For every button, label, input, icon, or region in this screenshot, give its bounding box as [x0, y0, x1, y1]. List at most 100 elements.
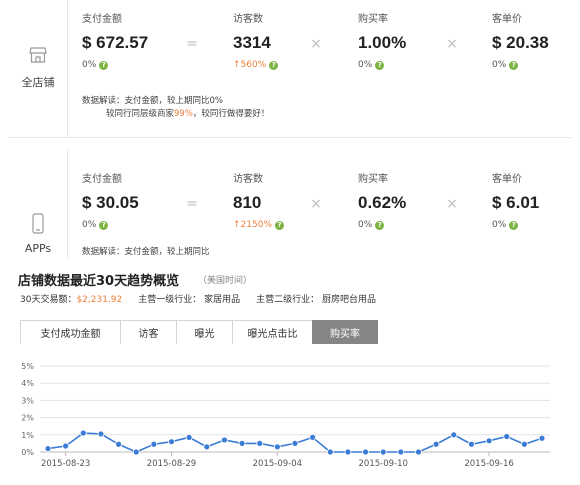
y-tick-label: 2%	[21, 414, 34, 423]
y-tick-label: 1%	[21, 431, 34, 440]
metric-value: $ 672.57	[82, 33, 149, 52]
trend-line-chart: 0% 1% 2% 3% 4% 5% 2015-08-23 2015-08-29 2015-09-…	[21, 362, 550, 469]
metric-delta: 0%?	[358, 220, 458, 230]
apps-tab[interactable]: APPs	[8, 150, 68, 258]
metric-label: 支付金额	[82, 174, 122, 185]
store-conversion-metric: 购买率 1.00% 0%?	[358, 10, 458, 70]
data-point	[432, 440, 440, 448]
help-icon[interactable]: ?	[99, 60, 109, 70]
data-point	[468, 440, 475, 448]
metric-delta: 0%?	[82, 60, 182, 70]
data-point	[44, 445, 52, 452]
tab-ctr[interactable]: 曝光点击比	[232, 320, 312, 344]
times-operator: ×	[446, 196, 458, 212]
store-avg-order-metric: 客单价 $ 20.38 0%?	[492, 10, 580, 70]
data-point	[203, 443, 211, 451]
store-summary-panel: 全店铺 支付金额 $ 672.57 0%? = 访客数 3314 ↑560%? …	[8, 0, 572, 138]
data-point	[397, 448, 405, 456]
y-tick-label: 3%	[21, 396, 34, 405]
help-icon[interactable]: ?	[99, 220, 109, 230]
metric-tabs: 支付成功金额 访客 曝光 曝光点击比 购买率	[20, 320, 378, 344]
help-icon[interactable]: ?	[275, 220, 284, 230]
equals-operator: =	[186, 36, 198, 52]
metric-label: 购买率	[358, 174, 388, 185]
help-icon[interactable]: ?	[375, 60, 385, 70]
tab-impressions[interactable]: 曝光	[176, 320, 232, 344]
y-tick-label: 5%	[21, 362, 34, 371]
data-point	[485, 437, 493, 445]
data-point	[150, 440, 158, 448]
metric-value: 0.62%	[358, 193, 407, 212]
metric-delta: 0%?	[492, 60, 580, 70]
data-point	[503, 433, 511, 440]
help-icon[interactable]: ?	[509, 60, 519, 70]
phone-icon	[32, 213, 44, 234]
data-point	[309, 433, 317, 441]
metric-value: $ 30.05	[82, 193, 139, 212]
x-tick-label: 2015-09-10	[359, 459, 408, 469]
apps-avg-order-metric: 客单价 $ 6.01 0%?	[492, 170, 572, 230]
data-point	[362, 448, 369, 456]
data-point	[344, 448, 352, 456]
data-point	[62, 442, 70, 450]
divider	[8, 137, 572, 138]
data-point	[256, 440, 264, 447]
metric-delta: ↑560%?	[233, 60, 333, 70]
timezone-note: （美国时间）	[198, 276, 253, 286]
times-operator: ×	[310, 196, 322, 212]
apps-summary-panel: APPs 支付金额 $ 30.05 0%? = 访客数 810 ↑2150%? …	[8, 150, 572, 258]
metric-label: 购买率	[358, 14, 388, 25]
metric-value: $ 20.38	[492, 33, 549, 52]
tab-payment-amount[interactable]: 支付成功金额	[20, 320, 120, 344]
data-point	[538, 434, 546, 442]
volume-info: 30天交易额：$2,231.92	[20, 295, 123, 305]
x-tick-label: 2015-09-16	[464, 459, 513, 469]
metric-delta: 0%?	[82, 220, 182, 230]
category-level2: 主营二级行业： 厨房吧台用品	[256, 295, 377, 305]
data-interpretation: 数据解读：支付金额，较上期同比0% 较同行同层级商家99%，较同行做得要好！	[82, 95, 269, 121]
times-operator: ×	[446, 36, 458, 52]
store-tab-label: 全店铺	[21, 76, 55, 89]
data-point	[450, 431, 458, 439]
x-tick-label: 2015-08-29	[147, 459, 196, 469]
data-point	[168, 438, 175, 446]
tab-conversion-rate[interactable]: 购买率	[312, 320, 378, 344]
metric-value: $ 6.01	[492, 193, 540, 212]
store-icon	[29, 47, 47, 63]
interpretation-line2: 较同行同层级商家99%，较同行做得要好！	[106, 109, 270, 119]
metric-delta: ↑2150%?	[233, 220, 333, 230]
apps-payment-metric: 支付金额 $ 30.05 0%?	[82, 170, 182, 230]
help-icon[interactable]: ?	[375, 220, 385, 230]
apps-tab-label: APPs	[24, 242, 52, 255]
data-point	[79, 429, 87, 437]
tab-visitors[interactable]: 访客	[120, 320, 176, 344]
data-point	[221, 436, 228, 444]
data-point	[132, 448, 140, 456]
store-tab[interactable]: 全店铺	[8, 0, 68, 138]
data-point	[273, 443, 281, 451]
store-payment-metric: 支付金额 $ 672.57 0%?	[82, 10, 182, 70]
metric-delta: 0%?	[358, 60, 458, 70]
y-tick-label: 4%	[21, 379, 34, 388]
metric-value: 1.00%	[358, 33, 407, 52]
metric-label: 访客数	[233, 174, 263, 185]
x-tick-label: 2015-08-23	[41, 459, 90, 469]
metric-label: 支付金额	[82, 14, 122, 25]
y-tick-label: 0%	[21, 448, 34, 457]
apps-conversion-metric: 购买率 0.62% 0%?	[358, 170, 458, 230]
x-tick-label: 2015-09-04	[253, 459, 302, 469]
data-point	[415, 448, 422, 456]
metric-label: 客单价	[492, 174, 522, 185]
data-point	[185, 433, 193, 441]
metric-delta: 0%?	[492, 220, 572, 230]
data-point	[238, 440, 246, 447]
equals-operator: =	[186, 196, 198, 212]
help-icon[interactable]: ?	[269, 60, 279, 70]
trend-title: 店铺数据最近30天趋势概览	[18, 274, 180, 289]
category-level1: 主营一级行业： 家居用品	[138, 295, 241, 305]
metric-label: 客单价	[492, 14, 522, 25]
data-point	[115, 440, 122, 448]
data-point	[326, 448, 334, 456]
interpretation-line1: 数据解读：支付金额，较上期同比0%	[82, 96, 223, 106]
help-icon[interactable]: ?	[509, 220, 519, 230]
